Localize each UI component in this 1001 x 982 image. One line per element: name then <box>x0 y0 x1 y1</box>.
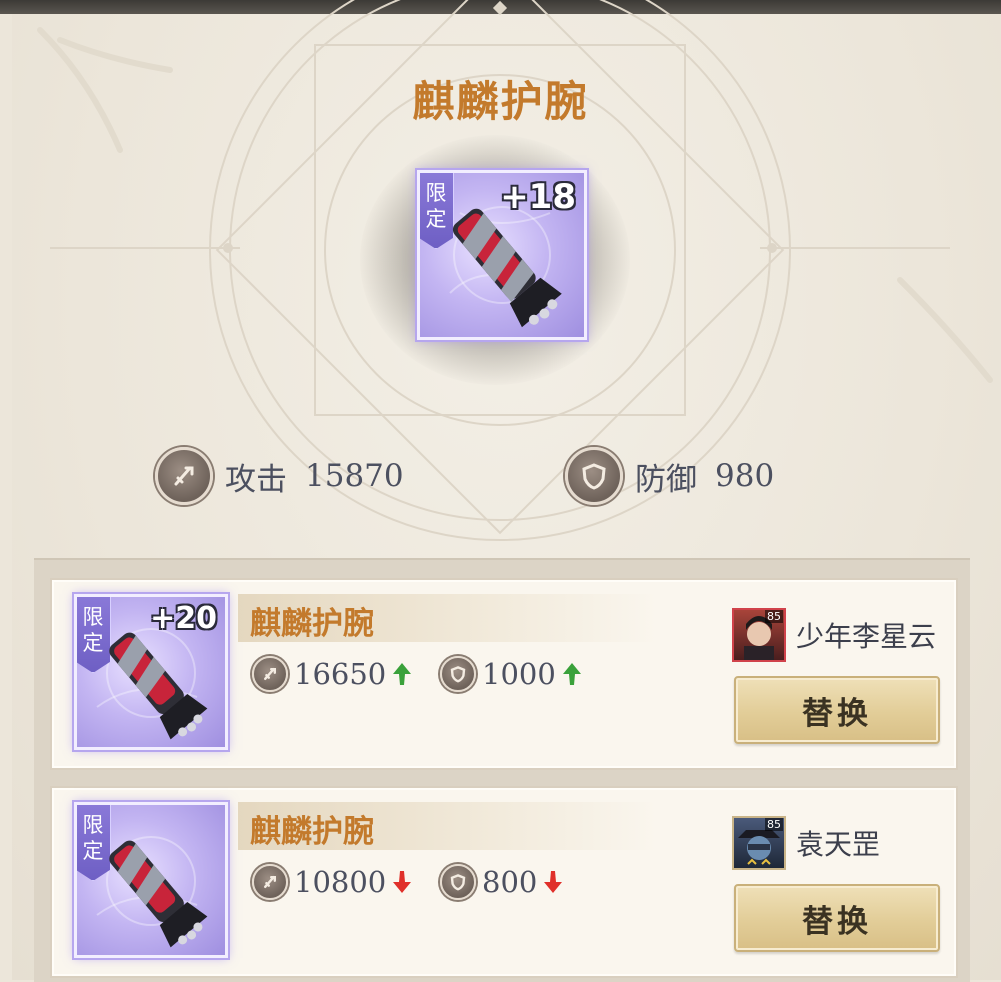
hero-level: 85 <box>765 818 783 831</box>
attack-stat: 攻击 15870 <box>155 447 404 505</box>
sword-icon <box>155 447 213 505</box>
shield-icon <box>440 864 476 900</box>
attack-value: 15870 <box>305 458 404 494</box>
owner-name: 少年李星云 <box>796 620 937 653</box>
owner-info: 85 少年李星云 <box>732 608 936 662</box>
candidate-row[interactable]: 限定 麒麟护腕 10800 800 85 袁天罡 替换 <box>50 786 958 978</box>
owner-name: 袁天罡 <box>796 828 881 861</box>
gauntlet-icon <box>109 840 208 948</box>
attack-label: 攻击 <box>225 461 287 498</box>
hero-level: 85 <box>765 610 783 623</box>
candidate-defense: 800 <box>440 864 563 900</box>
arrow-up-icon <box>562 663 581 685</box>
candidate-row[interactable]: 限定 +20 麒麟护腕 16650 1000 85 少年李星云 替换 <box>50 578 958 770</box>
arrow-down-icon <box>544 871 563 893</box>
defense-value: 980 <box>715 458 775 494</box>
shield-icon <box>565 447 623 505</box>
shield-icon <box>440 656 476 692</box>
avatar[interactable]: 85 <box>732 816 786 870</box>
defense-value: 1000 <box>482 657 556 691</box>
sword-icon <box>252 864 288 900</box>
defense-value: 800 <box>482 865 538 899</box>
attack-value: 16650 <box>294 657 387 691</box>
replace-button[interactable]: 替换 <box>734 884 940 952</box>
avatar[interactable]: 85 <box>732 608 786 662</box>
arrow-down-icon <box>393 871 412 893</box>
equipped-item-card[interactable]: 限定 +18 <box>417 170 587 340</box>
replace-button[interactable]: 替换 <box>734 676 940 744</box>
arrow-up-icon <box>393 663 412 685</box>
attack-value: 10800 <box>294 865 387 899</box>
candidate-defense: 1000 <box>440 656 582 692</box>
candidate-item-card[interactable]: 限定 <box>74 802 228 958</box>
gauntlet-icon <box>452 208 562 328</box>
gauntlet-icon <box>109 632 208 740</box>
sword-icon <box>252 656 288 692</box>
candidate-name: 麒麟护腕 <box>250 814 374 850</box>
candidate-name: 麒麟护腕 <box>250 606 374 642</box>
candidate-attack: 10800 <box>252 864 412 900</box>
owner-info: 85 袁天罡 <box>732 816 880 870</box>
candidate-attack: 16650 <box>252 656 412 692</box>
defense-label: 防御 <box>635 461 697 498</box>
candidate-item-card[interactable]: 限定 +20 <box>74 594 228 750</box>
top-border <box>0 0 1001 14</box>
defense-stat: 防御 980 <box>565 447 774 505</box>
equipment-title: 麒麟护腕 <box>412 77 589 126</box>
